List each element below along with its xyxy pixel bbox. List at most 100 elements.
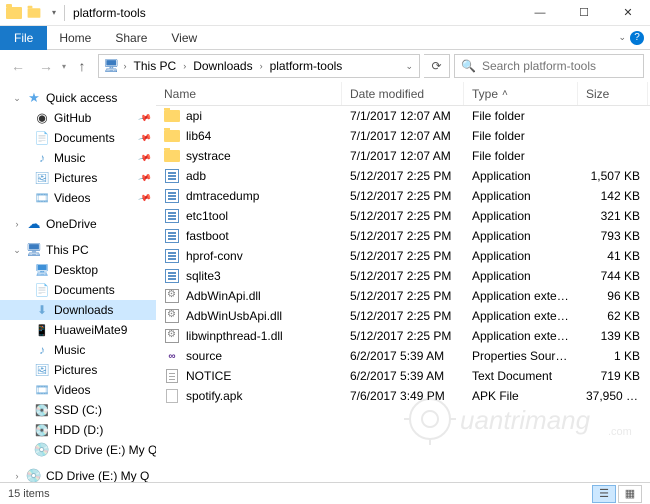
nav-item-hdd[interactable]: 💽HDD (D:) — [0, 420, 156, 440]
crumb-downloads[interactable]: Downloads — [190, 59, 255, 73]
nav-item-github[interactable]: ◉GitHub📌 — [0, 108, 156, 128]
chevron-right-icon[interactable]: › — [258, 61, 265, 71]
crumb-this-pc[interactable]: This PC — [131, 59, 180, 73]
help-icon[interactable]: ? — [630, 31, 644, 45]
file-type: Application — [464, 229, 578, 243]
nav-item-videos[interactable]: 🎞Videos — [0, 380, 156, 400]
file-row[interactable]: etc1tool5/12/2017 2:25 PMApplication321 … — [156, 206, 650, 226]
chevron-right-icon[interactable]: › — [12, 471, 22, 481]
column-name[interactable]: Name — [156, 82, 342, 105]
main-area: ⌄ ★ Quick access ◉GitHub📌 📄Documents📌 ♪M… — [0, 82, 650, 482]
file-name: AdbWinUsbApi.dll — [186, 309, 282, 323]
chevron-down-icon[interactable]: ⌄ — [12, 245, 22, 256]
file-row[interactable]: AdbWinUsbApi.dll5/12/2017 2:25 PMApplica… — [156, 306, 650, 326]
close-button[interactable]: ✕ — [606, 0, 650, 26]
pictures-icon: 🖼 — [34, 362, 50, 378]
file-type: Application extens... — [464, 289, 578, 303]
file-row[interactable]: adb5/12/2017 2:25 PMApplication1,507 KB — [156, 166, 650, 186]
qat-dropdown-icon[interactable]: ▾ — [52, 8, 56, 17]
nav-item-downloads[interactable]: ⬇Downloads — [0, 300, 156, 320]
refresh-button[interactable]: ⟳ — [424, 54, 450, 78]
nav-item-pictures[interactable]: 🖼Pictures📌 — [0, 168, 156, 188]
column-type[interactable]: Type — [464, 82, 578, 105]
chevron-right-icon[interactable]: › — [12, 219, 22, 229]
file-name: systrace — [186, 149, 231, 163]
ribbon-expand-icon[interactable]: ⌄ — [618, 32, 626, 43]
thumbnails-view-button[interactable]: ▦ — [618, 485, 642, 503]
file-row[interactable]: hprof-conv5/12/2017 2:25 PMApplication41… — [156, 246, 650, 266]
nav-item-music[interactable]: ♪Music📌 — [0, 148, 156, 168]
file-date: 5/12/2017 2:25 PM — [342, 189, 464, 203]
share-tab[interactable]: Share — [103, 26, 159, 50]
file-size: 139 KB — [578, 329, 648, 343]
nav-item-ssd[interactable]: 💽SSD (C:) — [0, 400, 156, 420]
nav-item-desktop[interactable]: 🖥Desktop — [0, 260, 156, 280]
nav-this-pc[interactable]: ⌄🖥This PC — [0, 240, 156, 260]
minimize-button[interactable]: — — [518, 0, 562, 26]
nav-cd-drive[interactable]: › 💿 CD Drive (E:) My Q — [0, 466, 156, 482]
file-row[interactable]: NOTICE6/2/2017 5:39 AMText Document719 K… — [156, 366, 650, 386]
history-dropdown-icon[interactable]: ▾ — [62, 62, 66, 71]
file-row[interactable]: api7/1/2017 12:07 AMFile folder — [156, 106, 650, 126]
file-name: source — [186, 349, 222, 363]
nav-item-pictures[interactable]: 🖼Pictures — [0, 360, 156, 380]
file-row[interactable]: fastboot5/12/2017 2:25 PMApplication793 … — [156, 226, 650, 246]
file-row[interactable]: sqlite35/12/2017 2:25 PMApplication744 K… — [156, 266, 650, 286]
file-row[interactable]: AdbWinApi.dll5/12/2017 2:25 PMApplicatio… — [156, 286, 650, 306]
exe-icon — [164, 228, 180, 244]
file-row[interactable]: spotify.apk7/6/2017 3:49 PMAPK File37,95… — [156, 386, 650, 406]
column-size[interactable]: Size — [578, 82, 648, 105]
nav-label: Music — [54, 343, 85, 357]
exe-icon — [164, 168, 180, 184]
nav-label: Videos — [54, 191, 90, 205]
nav-item-videos[interactable]: 🎞Videos📌 — [0, 188, 156, 208]
nav-label: CD Drive (E:) My Q — [46, 469, 149, 482]
up-button[interactable]: ↑ — [70, 54, 94, 78]
cd-icon: 💿 — [34, 442, 50, 458]
view-tab[interactable]: View — [159, 26, 209, 50]
videos-icon: 🎞 — [34, 190, 50, 206]
file-name: adb — [186, 169, 206, 183]
file-size: 793 KB — [578, 229, 648, 243]
nav-quick-access[interactable]: ⌄ ★ Quick access — [0, 88, 156, 108]
back-button[interactable]: ← — [6, 54, 30, 78]
file-row[interactable]: lib647/1/2017 12:07 AMFile folder — [156, 126, 650, 146]
nav-item-huawei[interactable]: 📱HuaweiMate9 — [0, 320, 156, 340]
cd-icon: 💿 — [26, 468, 42, 482]
file-row[interactable]: libwinpthread-1.dll5/12/2017 2:25 PMAppl… — [156, 326, 650, 346]
nav-item-documents[interactable]: 📄Documents📌 — [0, 128, 156, 148]
breadcrumb-dropdown-icon[interactable]: ⌄ — [403, 61, 415, 72]
nav-item-cd-e[interactable]: 💿 CD Drive (E:) My Q — [0, 440, 156, 460]
details-view-button[interactable]: ☰ — [592, 485, 616, 503]
nav-item-documents[interactable]: 📄Documents — [0, 280, 156, 300]
videos-icon: 🎞 — [34, 382, 50, 398]
forward-button[interactable]: → — [34, 54, 58, 78]
chevron-right-icon[interactable]: › — [122, 61, 129, 71]
chevron-right-icon[interactable]: › — [181, 61, 188, 71]
file-size: 744 KB — [578, 269, 648, 283]
file-row[interactable]: systrace7/1/2017 12:07 AMFile folder — [156, 146, 650, 166]
search-input[interactable] — [482, 59, 637, 73]
nav-item-music[interactable]: ♪ Music — [0, 340, 156, 360]
qat-folder-icon[interactable] — [26, 5, 42, 21]
file-name: lib64 — [186, 129, 211, 143]
file-date: 5/12/2017 2:25 PM — [342, 289, 464, 303]
file-type: Application extens... — [464, 309, 578, 323]
nav-label: CD Drive (E:) My Q — [54, 443, 156, 457]
column-date[interactable]: Date modified — [342, 82, 464, 105]
file-date: 7/1/2017 12:07 AM — [342, 129, 464, 143]
crumb-current[interactable]: platform-tools — [267, 59, 346, 73]
nav-onedrive[interactable]: ›☁OneDrive — [0, 214, 156, 234]
pin-icon: 📌 — [137, 130, 152, 145]
file-row[interactable]: dmtracedump5/12/2017 2:25 PMApplication1… — [156, 186, 650, 206]
maximize-button[interactable]: ☐ — [562, 0, 606, 26]
breadcrumb[interactable]: 🖥 › This PC › Downloads › platform-tools… — [98, 54, 420, 78]
github-icon: ◉ — [34, 110, 50, 126]
search-box[interactable]: 🔍 — [454, 54, 644, 78]
exe-icon — [164, 188, 180, 204]
music-icon: ♪ — [34, 342, 50, 358]
file-tab[interactable]: File — [0, 26, 47, 50]
chevron-down-icon[interactable]: ⌄ — [12, 93, 22, 104]
home-tab[interactable]: Home — [47, 26, 103, 50]
file-row[interactable]: ∞source6/2/2017 5:39 AMProperties Source… — [156, 346, 650, 366]
